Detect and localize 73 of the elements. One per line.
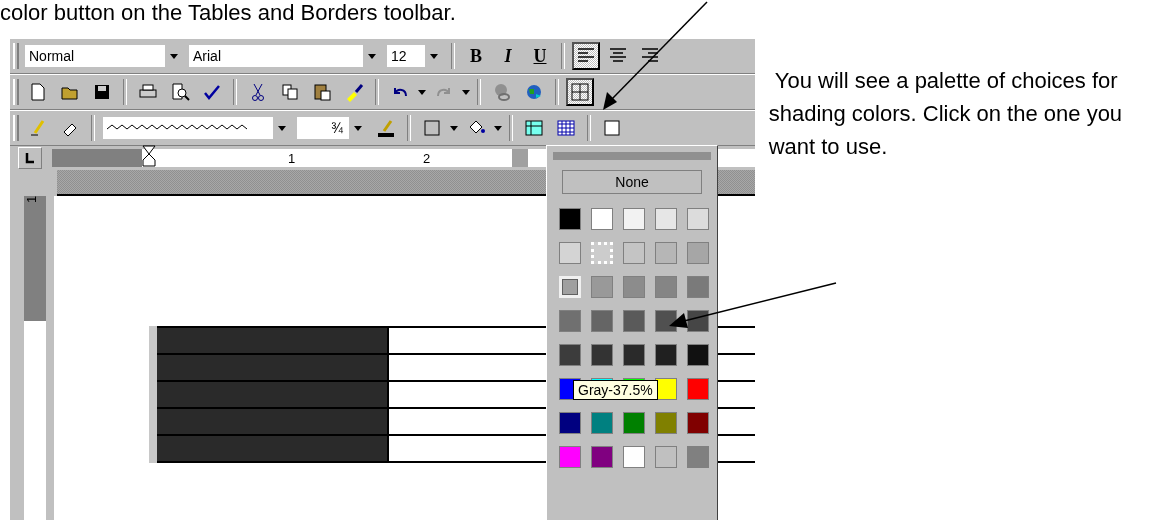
caret-icon	[494, 125, 502, 131]
none-button[interactable]: None	[562, 170, 702, 194]
color-swatch[interactable]	[655, 242, 677, 264]
caret-icon	[170, 53, 178, 59]
color-swatch[interactable]	[655, 310, 677, 332]
magnifier-page-icon	[170, 82, 190, 102]
globe-icon	[524, 82, 544, 102]
color-swatch[interactable]	[591, 412, 613, 434]
toolbar-handle[interactable]	[13, 115, 19, 141]
color-swatch[interactable]	[559, 446, 581, 468]
color-swatch[interactable]	[655, 412, 677, 434]
caret-icon	[430, 53, 438, 59]
font-size-dropdown[interactable]: 12	[386, 44, 444, 68]
caption-text: color button on the Tables and Borders toolbar.	[0, 0, 457, 27]
color-swatch[interactable]	[687, 242, 709, 264]
tab-stop-button[interactable]	[18, 147, 42, 169]
page-icon	[28, 82, 48, 102]
color-swatch[interactable]	[655, 276, 677, 298]
style-dropdown[interactable]: Normal	[24, 44, 184, 68]
color-swatch[interactable]	[623, 446, 645, 468]
ruler-number: 1	[24, 195, 40, 204]
color-swatch[interactable]	[591, 208, 613, 230]
line-style-dropdown[interactable]	[102, 116, 292, 140]
color-swatch[interactable]	[591, 344, 613, 366]
caret-icon	[354, 125, 362, 131]
caret-icon	[278, 125, 286, 131]
tables-borders-button[interactable]	[566, 78, 594, 106]
caret-icon	[450, 125, 458, 131]
caret-icon	[368, 53, 376, 59]
table-pencil-icon	[570, 82, 590, 102]
grid-icon	[556, 118, 576, 138]
color-swatch[interactable]	[687, 412, 709, 434]
color-swatch[interactable]	[687, 378, 709, 400]
color-swatch[interactable]	[655, 446, 677, 468]
table-icon	[524, 118, 544, 138]
ruler-number: 1	[288, 150, 296, 166]
color-swatch[interactable]	[655, 344, 677, 366]
color-swatch[interactable]	[655, 208, 677, 230]
color-swatch[interactable]	[623, 310, 645, 332]
color-swatch[interactable]	[623, 208, 645, 230]
color-swatch[interactable]	[559, 412, 581, 434]
color-swatch[interactable]	[623, 276, 645, 298]
ruler-number: 2	[423, 150, 431, 166]
toolbar-handle[interactable]	[13, 79, 19, 105]
color-swatch[interactable]	[591, 310, 613, 332]
color-swatch[interactable]	[559, 344, 581, 366]
color-swatch[interactable]	[623, 242, 645, 264]
color-swatch[interactable]	[687, 208, 709, 230]
color-swatch[interactable]	[559, 208, 581, 230]
clipboard-icon	[312, 82, 332, 102]
border-grid-icon	[422, 118, 442, 138]
tooltip: Gray-37.5%	[573, 380, 658, 400]
pencil-bar-icon	[376, 118, 396, 138]
color-swatch[interactable]	[687, 446, 709, 468]
align-left-button[interactable]	[572, 42, 600, 70]
caret-icon	[418, 89, 426, 95]
frame-icon	[602, 118, 622, 138]
color-swatch[interactable]	[559, 310, 581, 332]
caret-icon	[462, 89, 470, 95]
toolbar-handle[interactable]	[13, 43, 19, 69]
color-swatch[interactable]	[559, 242, 581, 264]
font-dropdown[interactable]: Arial	[188, 44, 382, 68]
instruction-text: You will see a palette of choices for shading colors. Click on the one you want to use.	[768, 67, 1124, 161]
line-weight-dropdown[interactable]: ¾	[296, 116, 368, 140]
color-swatch[interactable]	[623, 412, 645, 434]
color-swatch[interactable]	[687, 276, 709, 298]
color-swatch[interactable]	[687, 310, 709, 332]
color-swatch[interactable]	[623, 344, 645, 366]
globe-link-icon	[492, 82, 512, 102]
color-swatch[interactable]	[591, 276, 613, 298]
copy-pages-icon	[280, 82, 300, 102]
color-swatch[interactable]	[591, 446, 613, 468]
color-swatch[interactable]	[687, 344, 709, 366]
